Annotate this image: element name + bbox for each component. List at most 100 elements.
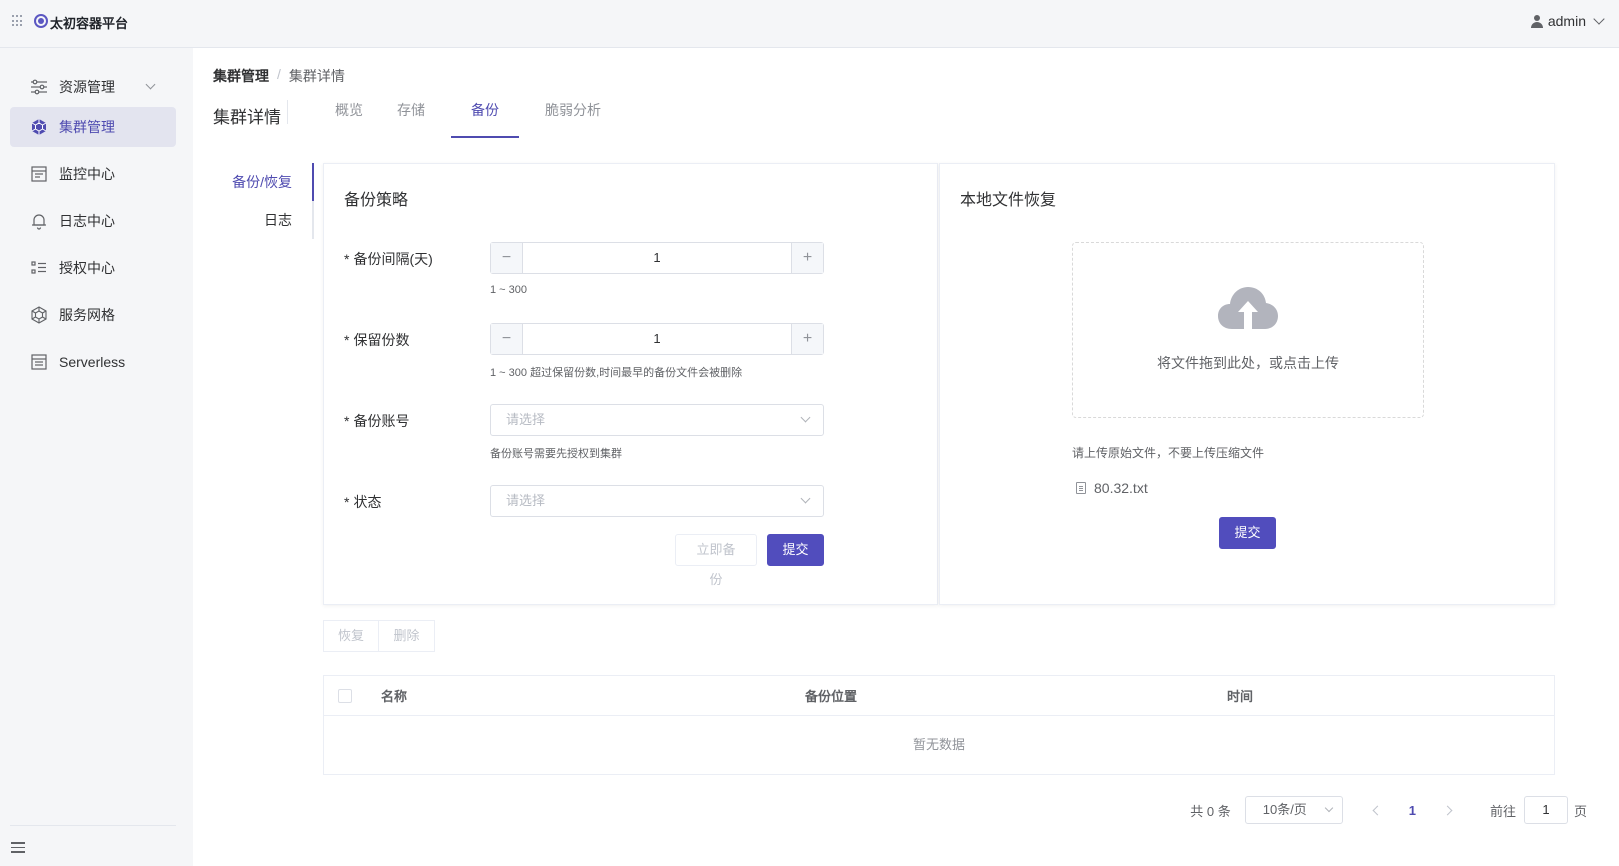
backup-now-button[interactable]: 立即备份: [675, 534, 757, 587]
sidebar-item-mesh[interactable]: 服务网格: [10, 295, 176, 335]
column-name: 名称: [381, 689, 408, 704]
pagination: 共 0 条 10条/页 1 前往 1 页: [1190, 796, 1587, 824]
account-placeholder: 请选择: [506, 412, 546, 427]
local-restore-title: 本地文件恢复: [960, 192, 1057, 209]
goto-page-input[interactable]: 1: [1523, 796, 1568, 824]
sidebar-item-label: Serverless: [59, 354, 126, 370]
local-restore-card: 本地文件恢复 将文件拖到此处，或点击上传 请上传原始文件，不要上传压缩文件 80…: [939, 163, 1555, 605]
chevron-down-icon: [800, 493, 811, 504]
interval-label: * 备份间隔(天): [344, 251, 433, 267]
retain-increase-button[interactable]: +: [791, 324, 823, 354]
page-title: 集群详情: [213, 108, 281, 127]
interval-hint: 1 ~ 300: [490, 284, 528, 296]
prev-page-icon[interactable]: [1371, 805, 1381, 815]
page-size-value: 10条/页: [1262, 802, 1307, 817]
uploaded-file[interactable]: 80.32.txt: [1076, 480, 1148, 496]
tab-overview[interactable]: 概览: [327, 92, 371, 138]
restore-submit-button[interactable]: 提交: [1219, 517, 1276, 549]
sidebar-item-log[interactable]: 日志中心: [10, 201, 176, 241]
pagination-total: 共 0 条: [1190, 803, 1231, 819]
sidebar-item-serverless[interactable]: Serverless: [10, 342, 176, 382]
serverless-icon: [30, 353, 48, 371]
interval-increase-button[interactable]: +: [791, 243, 823, 273]
user-icon: [1530, 14, 1543, 28]
account-label: * 备份账号: [344, 413, 410, 429]
user-menu[interactable]: admin: [1530, 12, 1605, 29]
table-header: 名称 备份位置 时间: [324, 676, 1554, 716]
upload-drop-text: 将文件拖到此处，或点击上传: [1157, 355, 1339, 371]
sidebar-item-monitor[interactable]: 监控中心: [10, 154, 176, 194]
account-select[interactable]: 请选择: [490, 404, 824, 436]
breadcrumb-current: 集群详情: [288, 68, 345, 84]
subnav-backup-restore[interactable]: 备份/恢复: [213, 163, 314, 201]
subnav-log[interactable]: 日志: [213, 201, 314, 239]
policy-submit-button[interactable]: 提交: [767, 534, 824, 566]
app-brand: 太初容器平台: [50, 16, 129, 31]
tab-storage[interactable]: 存储: [389, 92, 433, 138]
delete-button[interactable]: 删除: [379, 620, 435, 652]
status-select[interactable]: 请选择: [490, 485, 824, 517]
chevron-down-icon: [145, 79, 156, 90]
chevron-down-icon: [1324, 803, 1333, 813]
retain-label: * 保留份数: [344, 332, 410, 348]
user-name: admin: [1547, 13, 1586, 29]
retain-hint: 1 ~ 300 超过保留份数,时间最早的备份文件会被删除: [490, 367, 743, 379]
sidebar-item-label: 服务网格: [59, 307, 115, 323]
table-empty-text: 暂无数据: [912, 737, 965, 752]
cluster-icon: [30, 118, 48, 136]
backup-policy-card: 备份策略 * 备份间隔(天) − 1 + 1 ~ 300 * 保留份数 − 1 + …: [323, 163, 938, 605]
tab-backup[interactable]: 备份: [451, 92, 519, 138]
sidebar-item-label: 资源管理: [59, 79, 115, 95]
chevron-down-icon: [1593, 12, 1605, 25]
upload-dropzone[interactable]: 将文件拖到此处，或点击上传: [1072, 242, 1424, 418]
uploaded-file-name: 80.32.txt: [1094, 480, 1148, 496]
restore-button[interactable]: 恢复: [323, 620, 379, 652]
logo-icon: [34, 14, 48, 28]
mesh-icon: [30, 306, 48, 324]
monitor-icon: [30, 165, 48, 183]
interval-decrease-button[interactable]: −: [491, 243, 523, 273]
breadcrumb-parent[interactable]: 集群管理: [213, 66, 269, 86]
status-label: * 状态: [344, 494, 382, 510]
sidebar-item-label: 授权中心: [59, 260, 115, 276]
sidebar-item-resource[interactable]: 资源管理: [10, 67, 176, 107]
sidebar-item-label: 监控中心: [59, 166, 115, 182]
breadcrumb: 集群管理 / 集群详情: [213, 66, 345, 86]
goto-label: 前往: [1489, 803, 1516, 819]
document-icon: [1076, 482, 1086, 494]
page-number[interactable]: 1: [1409, 803, 1416, 818]
backup-policy-title: 备份策略: [344, 192, 409, 209]
cloud-upload-icon: [1218, 285, 1278, 331]
sidebar-item-label: 集群管理: [59, 119, 115, 135]
collapse-sidebar-icon[interactable]: [11, 842, 25, 854]
tab-bar: 概览 存储 备份 脆弱分析: [327, 92, 627, 138]
next-page-icon[interactable]: [1444, 805, 1454, 815]
interval-stepper: − 1 +: [490, 242, 824, 274]
top-bar: 太初容器平台 admin: [0, 0, 1619, 48]
title-divider: [287, 100, 288, 124]
account-hint: 备份账号需要先授权到集群: [490, 448, 622, 460]
sidebar-item-auth[interactable]: 授权中心: [10, 248, 176, 288]
status-placeholder: 请选择: [506, 493, 546, 508]
main-content: 集群管理 / 集群详情 集群详情 概览 存储 备份 脆弱分析 备份/恢复 日志 …: [193, 48, 1619, 866]
sidebar-divider: [10, 825, 176, 826]
backup-table: 名称 备份位置 时间 暂无数据: [323, 675, 1555, 775]
sliders-icon: [30, 78, 48, 96]
chevron-down-icon: [800, 412, 811, 423]
table-actions: 恢复 删除: [323, 620, 435, 652]
interval-value[interactable]: 1: [523, 243, 791, 273]
retain-stepper: − 1 +: [490, 323, 824, 355]
page-suffix: 页: [1573, 803, 1587, 819]
apps-grid-icon[interactable]: [12, 15, 24, 27]
bell-icon: [30, 212, 48, 230]
retain-decrease-button[interactable]: −: [491, 324, 523, 354]
page-size-select[interactable]: 10条/页: [1244, 796, 1343, 824]
tab-vulnerability[interactable]: 脆弱分析: [537, 92, 609, 138]
backup-subnav: 备份/恢复 日志: [213, 163, 314, 239]
sidebar-item-cluster[interactable]: 集群管理: [10, 107, 176, 147]
retain-value[interactable]: 1: [523, 324, 791, 354]
select-all-checkbox[interactable]: [338, 689, 352, 703]
list-icon: [30, 259, 48, 277]
sidebar-item-label: 日志中心: [59, 213, 115, 229]
sidebar: 资源管理 集群管理 监控中心 日志中心 授权中心 服务网格 Serverless: [0, 48, 193, 866]
